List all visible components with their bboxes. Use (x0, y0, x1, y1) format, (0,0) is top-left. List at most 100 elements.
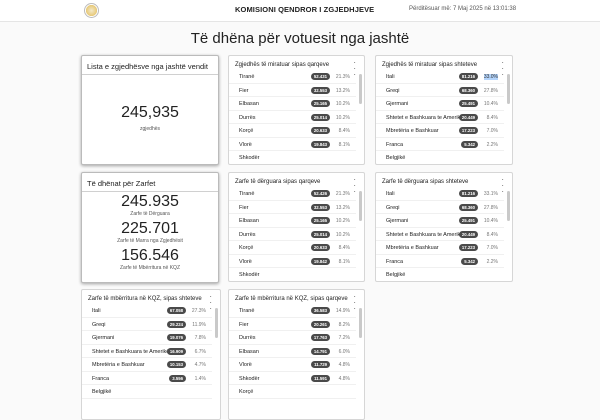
count-badge: 81.216 (458, 73, 478, 80)
percentage: 4.8% (338, 362, 350, 368)
item-name: Franca (386, 258, 404, 265)
item-name: Shkodër (239, 375, 260, 382)
item-name: Gjermani (386, 218, 409, 224)
item-name: Greqi (92, 321, 106, 328)
list-item: Mbretëria e Bashkuar 17.223 7.0% (376, 124, 504, 138)
scrollbar[interactable] (507, 191, 510, 221)
card-title: Zgjedhës të miratuar sipas shteteve (382, 62, 478, 68)
count-badge: 19.842 (310, 257, 330, 265)
percentage: 10.4% (483, 218, 498, 224)
percentage: 7.0% (486, 128, 498, 134)
count-badge: 32.553 (310, 203, 330, 211)
data-list[interactable]: Itali 67.058 27.3% Greqi 29.224 11.9% Gjermani… (82, 304, 212, 419)
item-name: Vlorë (239, 141, 252, 148)
item-name: Gjermani (386, 101, 409, 107)
list-item: Gjermani 25.491 10.4% (376, 97, 504, 111)
list-item: Fier 20.261 8.2% (229, 318, 356, 331)
card-title: Zarfe të mbërritura në KQZ, sipas shtete… (88, 296, 202, 302)
count-badge: 81.216 (458, 190, 478, 197)
scrollbar[interactable] (359, 74, 362, 104)
approved-by-district-card: Zgjedhës të miratuar sipas qarqeve · · · Tir… (228, 55, 365, 165)
list-item: Korçë 20.633 8.4% (229, 241, 356, 255)
count-badge: 16.909 (166, 347, 186, 355)
scrollbar[interactable] (359, 191, 362, 221)
list-item: Greqi 68.360 27.8% (376, 84, 504, 97)
count-badge: 25.165 (310, 217, 330, 224)
count-badge: 14.791 (310, 347, 330, 355)
list-item: Mbretëria e Bashkuar 10.153 4.7% (82, 358, 212, 372)
item-name: Itali (386, 191, 395, 197)
count-badge: 68.360 (458, 203, 478, 211)
approved-by-country-card: Zgjedhës të miratuar sipas shteteve · · · It… (375, 55, 513, 165)
card-title: Zgjedhës të miratuar sipas qarqeve (235, 62, 330, 68)
item-name: Durrës (239, 114, 256, 121)
data-list[interactable]: Itali 81.216 33.0% Greqi 68.360 27.8% Gjermani… (376, 70, 504, 164)
scrollbar[interactable] (215, 308, 218, 338)
count-badge: 17.763 (310, 334, 330, 341)
scrollbar[interactable] (507, 74, 510, 104)
count-badge: 25.165 (310, 100, 330, 107)
percentage: 1.4% (194, 375, 206, 382)
data-list[interactable]: Tiranë 36.583 14.9% Fier 20.261 8.2% Durrës 17.… (229, 304, 356, 419)
scrollbar[interactable] (359, 308, 362, 338)
count-badge: 3.556 (169, 374, 186, 382)
list-item: Itali 81.216 33.1% (376, 187, 504, 201)
percentage: 7.0% (486, 245, 498, 251)
voter-count: 245,935 (121, 104, 179, 121)
item-name: Mbretëria e Bashkuar (92, 362, 145, 368)
percentage: 8.4% (486, 231, 498, 238)
list-item: Greqi 29.224 11.9% (82, 318, 212, 331)
percentage: 4.8% (338, 375, 350, 382)
list-item: Franca 5.342 2.2% (376, 138, 504, 151)
list-item: Gjermani 19.076 7.8% (82, 331, 212, 345)
card-title: Të dhënat për Zarfet (87, 179, 156, 188)
list-item: Fier 32.553 13.2% (229, 201, 356, 214)
card-title: Zarfe të dërguara sipas shteteve (382, 179, 469, 185)
count-badge: 25.014 (310, 113, 330, 121)
list-item: Elbasan 14.791 6.0% (229, 345, 356, 358)
count-badge: 10.153 (166, 361, 186, 368)
list-item: Franca 5.342 2.2% (376, 255, 504, 268)
voter-list-card: Lista e zgjedhësve nga jashtë vendit 245… (81, 55, 219, 165)
data-list[interactable]: Tiranë 52.431 21.3% Fier 32.553 13.2% Elbasan 2… (229, 70, 356, 164)
percentage: 2.2% (486, 141, 498, 148)
list-item: Durrës 25.014 10.2% (229, 228, 356, 241)
sent-by-country-card: Zarfe të dërguara sipas shteteve · · · Itali… (375, 172, 513, 282)
list-item: Korçë 20.633 8.4% (229, 124, 356, 138)
item-name: Gjermani (92, 335, 115, 341)
envelopes-sent-value: 245.935 (121, 193, 179, 210)
list-item: Mbretëria e Bashkuar 17.223 7.0% (376, 241, 504, 255)
percentage: 10.2% (335, 218, 350, 224)
list-item: Shtetet e Bashkuara te Amerikës 16.909 6.7… (82, 345, 212, 358)
list-item: Shkodër (229, 268, 356, 281)
data-list[interactable]: Itali 81.216 33.1% Greqi 68.360 27.8% Gjermani… (376, 187, 504, 281)
data-list[interactable]: Tiranë 52.426 21.3% Fier 32.553 13.2% Elbasan 2… (229, 187, 356, 281)
kqz-logo[interactable] (84, 3, 99, 18)
item-name: Durrës (239, 335, 256, 341)
count-badge: 20.449 (458, 230, 478, 238)
list-item: Durrës 25.014 10.2% (229, 111, 356, 124)
item-name: Fier (239, 87, 249, 94)
list-item: Korçë (229, 385, 356, 399)
list-item: Vlorë 19.842 8.1% (229, 255, 356, 268)
top-bar: KOMISIONI QENDROR I ZGJEDHJEVE Përditësu… (0, 0, 600, 22)
list-item: Belgjikë (82, 385, 212, 399)
item-name: Belgjikë (386, 272, 406, 278)
percentage: 21.3% (335, 191, 350, 197)
card-title: Zarfe të mbërritura në KQZ, sipas qarqev… (235, 296, 348, 302)
list-item: Shtetet e Bashkuara te Amerikës 20.449 8.4… (376, 111, 504, 124)
item-name: Tiranë (239, 191, 255, 197)
item-name: Belgjikë (386, 155, 406, 161)
list-item: Durrës 17.763 7.2% (229, 331, 356, 345)
arrived-by-country-card: Zarfe të mbërritura në KQZ, sipas shtete… (81, 289, 221, 420)
item-name: Vlorë (239, 258, 252, 265)
count-badge: 52.426 (310, 190, 330, 197)
item-name: Elbasan (239, 348, 259, 355)
count-badge: 20.633 (310, 127, 330, 134)
percentage: 14.9% (335, 308, 350, 314)
item-name: Tiranë (239, 308, 255, 314)
count-badge: 25.491 (458, 100, 478, 107)
percentage: 6.7% (194, 348, 206, 355)
percentage: 13.2% (335, 204, 350, 211)
count-badge: 32.553 (310, 86, 330, 94)
